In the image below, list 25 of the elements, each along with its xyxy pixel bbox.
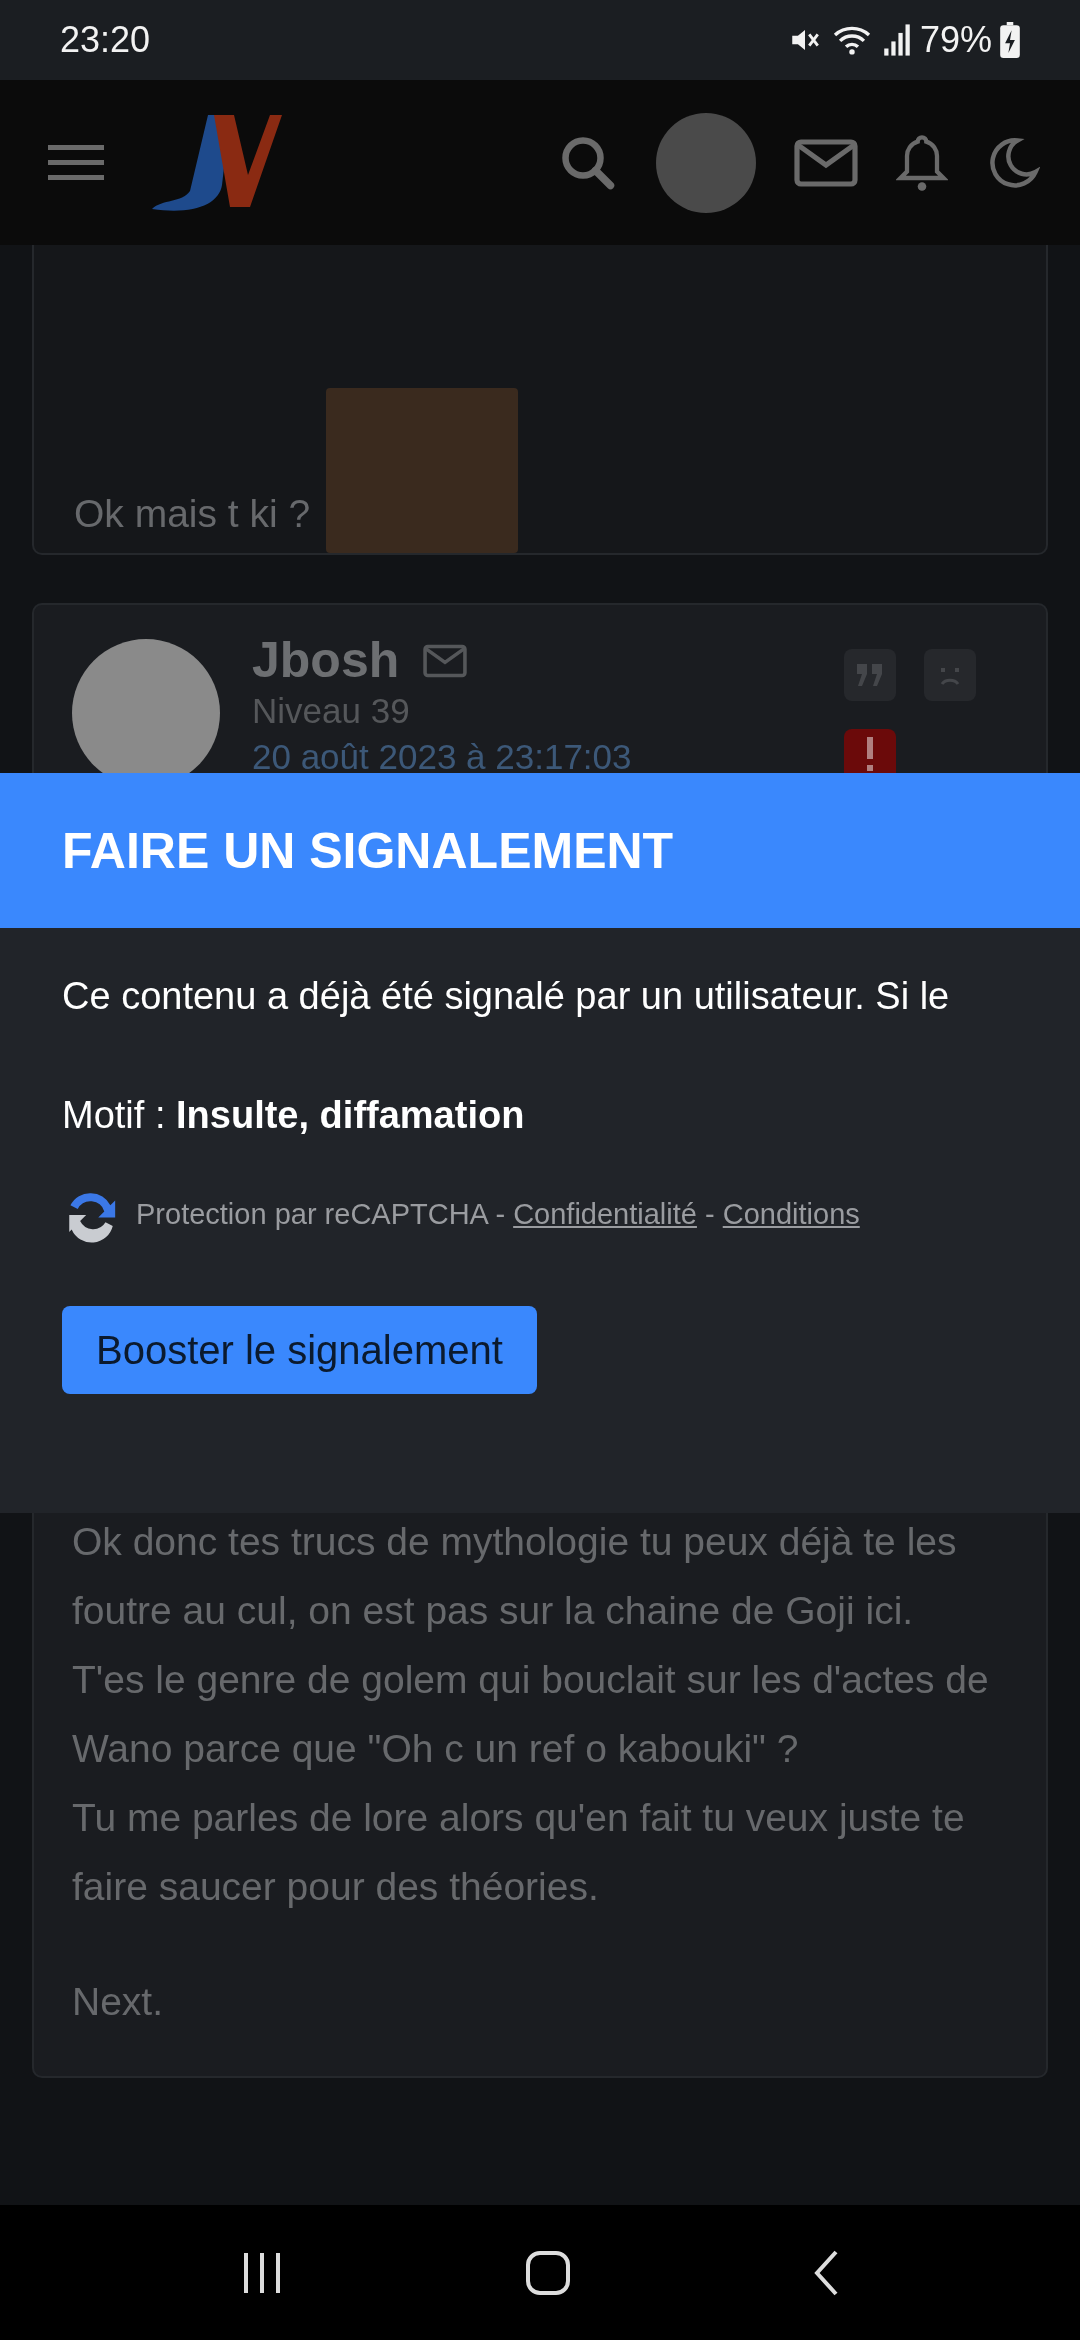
dialog-message: Ce contenu a déjà été signalé par un utilisateur. Si le <box>62 974 951 1019</box>
quote-icon <box>855 662 885 688</box>
mail-icon[interactable] <box>794 138 858 187</box>
message-text: Next. <box>72 1979 165 2025</box>
logo-icon[interactable] <box>150 114 282 211</box>
message-text: T'es le genre de golem qui bouclait sur les d'actes de Wano parce que "Oh c un ref o kabouki" ? <box>72 1657 990 1772</box>
user-level: Niveau 39 <box>252 690 411 732</box>
author-name[interactable]: Jbosh <box>252 633 400 688</box>
policy-link[interactable]: Confidentialité <box>513 1198 697 1231</box>
post-text: Ok mais t ki ? <box>74 490 311 537</box>
mail-icon[interactable] <box>423 643 468 678</box>
message-text: Tu me parles de lore alors qu'en fait tu veux juste te faire saucer pour des théories. <box>72 1795 966 1910</box>
signal-icon <box>881 23 912 57</box>
home-icon[interactable] <box>525 2249 571 2296</box>
boost-report-button[interactable]: Booster le signalement <box>62 1306 537 1394</box>
policy-link[interactable]: Conditions <box>722 1198 860 1231</box>
bell-icon[interactable] <box>896 132 948 193</box>
dialog-title: FAIRE UN SIGNALEMENT <box>62 821 674 881</box>
battery-icon <box>1000 22 1020 58</box>
report-reason: Motif : Insulte, diffamation <box>62 1093 526 1138</box>
battery-percent: 79% <box>919 18 992 62</box>
recaptcha-notice: Protection par reCAPTCHA - Confidentialité - Conditions <box>136 1197 860 1233</box>
menu-icon[interactable] <box>48 142 104 183</box>
message-text: Ok donc tes trucs de mythologie tu peux déjà te les foutre au cul, on est pas sur la chaine de Goji ici. <box>72 1519 958 1634</box>
clock-time: 23:20 <box>60 18 151 62</box>
